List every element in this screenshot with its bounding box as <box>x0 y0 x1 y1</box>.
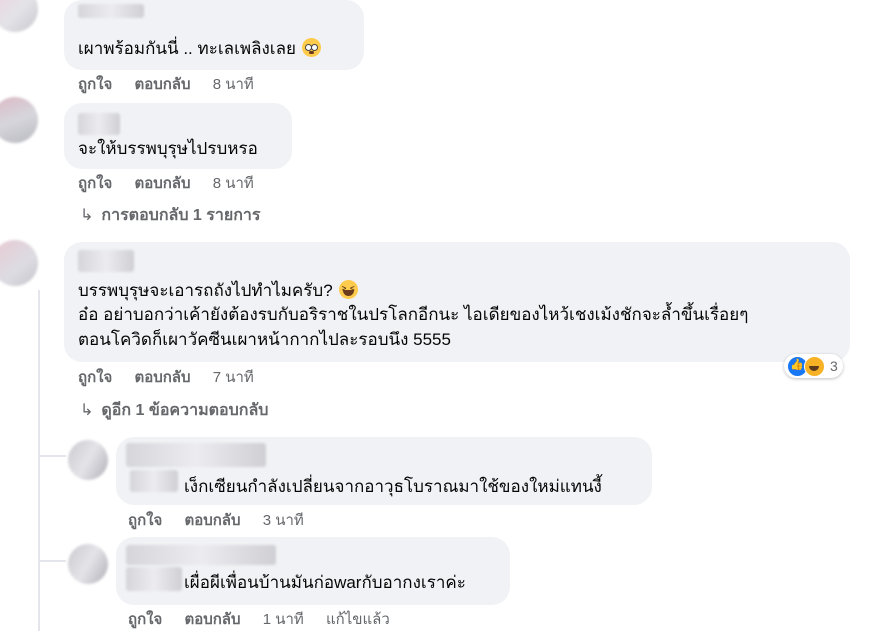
comment-text: จะให้บรรพบุรุษไปรบหรอ <box>78 139 258 158</box>
view-more-replies-link[interactable]: ↳ ดูอีก 1 ข้อความตอบกลับ <box>80 401 268 421</box>
thread-branch <box>38 560 66 562</box>
reply-arrow-icon: ↳ <box>80 207 94 224</box>
mentioned-user-tag[interactable] <box>126 567 182 591</box>
flushed-face-icon <box>302 38 321 57</box>
like-button[interactable]: ถูกใจ <box>128 611 162 628</box>
avatar[interactable] <box>0 97 38 143</box>
view-more-label: ดูอีก 1 ข้อความตอบกลับ <box>101 402 269 419</box>
mentioned-user-tag[interactable] <box>130 470 178 492</box>
timestamp[interactable]: 7 นาที <box>213 369 254 386</box>
reply-text: เง็กเซียนกำลังเปลี่ยนจากอาวุธโบราณมาใช้ข… <box>184 477 602 496</box>
like-button[interactable]: ถูกใจ <box>78 76 112 93</box>
comment-text: เผาพร้อมกันนี่ .. ทะเลเพลิงเลย <box>78 38 321 60</box>
edited-label: แก้ไขแล้ว <box>325 611 390 628</box>
reply-bubble: เง็กเซียนกำลังเปลี่ยนจากอาวุธโบราณมาใช้ข… <box>116 437 652 505</box>
laughing-face-icon: > < <box>338 280 358 299</box>
reply-button[interactable]: ตอบกลับ <box>184 611 240 628</box>
reply-arrow-icon: ↳ <box>80 402 94 419</box>
comment-text-content: เผาพร้อมกันนี่ .. ทะเลเพลิงเลย <box>78 39 296 58</box>
comment-text-line2: อ๋อ อย่าบอกว่าเค้ายังต้องรบกับอริราชในปร… <box>78 305 749 324</box>
author-name[interactable] <box>126 443 266 467</box>
timestamp[interactable]: 3 นาที <box>263 512 304 529</box>
timestamp[interactable]: 1 นาที <box>263 611 304 628</box>
reply-bubble: เผื่อผีเพื่อนบ้านมันก่อwarกับอากงเราค่ะ <box>116 537 510 605</box>
comment-actions: ถูกใจ ตอบกลับ 8 นาที <box>78 75 254 95</box>
comment-bubble: จะให้บรรพบุรุษไปรบหรอ <box>64 103 292 169</box>
view-replies-link[interactable]: ↳ การตอบกลับ 1 รายการ <box>80 206 260 226</box>
thread-branch <box>38 455 66 457</box>
reaction-count: 3 <box>830 358 838 374</box>
comment-actions: ถูกใจ ตอบกลับ 7 นาที <box>78 368 254 388</box>
like-button[interactable]: ถูกใจ <box>128 512 162 529</box>
author-name[interactable] <box>78 250 134 272</box>
reply-button[interactable]: ตอบกลับ <box>134 369 190 386</box>
like-button[interactable]: ถูกใจ <box>78 369 112 386</box>
like-button[interactable]: ถูกใจ <box>78 175 112 192</box>
thread-connector <box>38 290 40 631</box>
comment-text-line1: บรรพบุรุษจะเอารถถังไปทำไมครับ? > < <box>78 280 358 302</box>
timestamp[interactable]: 8 นาที <box>213 175 254 192</box>
avatar[interactable] <box>68 440 108 480</box>
view-replies-label: การตอบกลับ 1 รายการ <box>101 207 261 224</box>
author-name[interactable] <box>78 4 144 18</box>
reply-button[interactable]: ตอบกลับ <box>134 175 190 192</box>
comment-bubble: เผาพร้อมกันนี่ .. ทะเลเพลิงเลย <box>64 0 364 70</box>
avatar[interactable] <box>68 544 108 584</box>
haha-icon <box>804 355 825 377</box>
author-name[interactable] <box>78 113 120 135</box>
reply-actions: ถูกใจ ตอบกลับ 1 นาที แก้ไขแล้ว <box>128 610 390 630</box>
comment-text-line3: ตอนโควิดก็เผาวัคซีนเผาหน้ากากไปละรอบนึง … <box>78 330 451 349</box>
comment-bubble: บรรพบุรุษจะเอารถถังไปทำไมครับ? > < อ๋อ อย่… <box>64 242 850 362</box>
avatar[interactable] <box>0 0 38 32</box>
reply-button[interactable]: ตอบกลับ <box>184 512 240 529</box>
comment-actions: ถูกใจ ตอบกลับ 8 นาที <box>78 174 254 194</box>
reaction-summary[interactable]: 3 <box>784 354 843 378</box>
author-name[interactable] <box>126 545 276 565</box>
timestamp[interactable]: 8 นาที <box>213 76 254 93</box>
reply-text: เผื่อผีเพื่อนบ้านมันก่อwarกับอากงเราค่ะ <box>184 573 466 592</box>
reply-button[interactable]: ตอบกลับ <box>134 76 190 93</box>
comment-text-content: บรรพบุรุษจะเอารถถังไปทำไมครับ? <box>78 281 333 300</box>
avatar[interactable] <box>0 240 38 286</box>
reply-actions: ถูกใจ ตอบกลับ 3 นาที <box>128 511 304 531</box>
